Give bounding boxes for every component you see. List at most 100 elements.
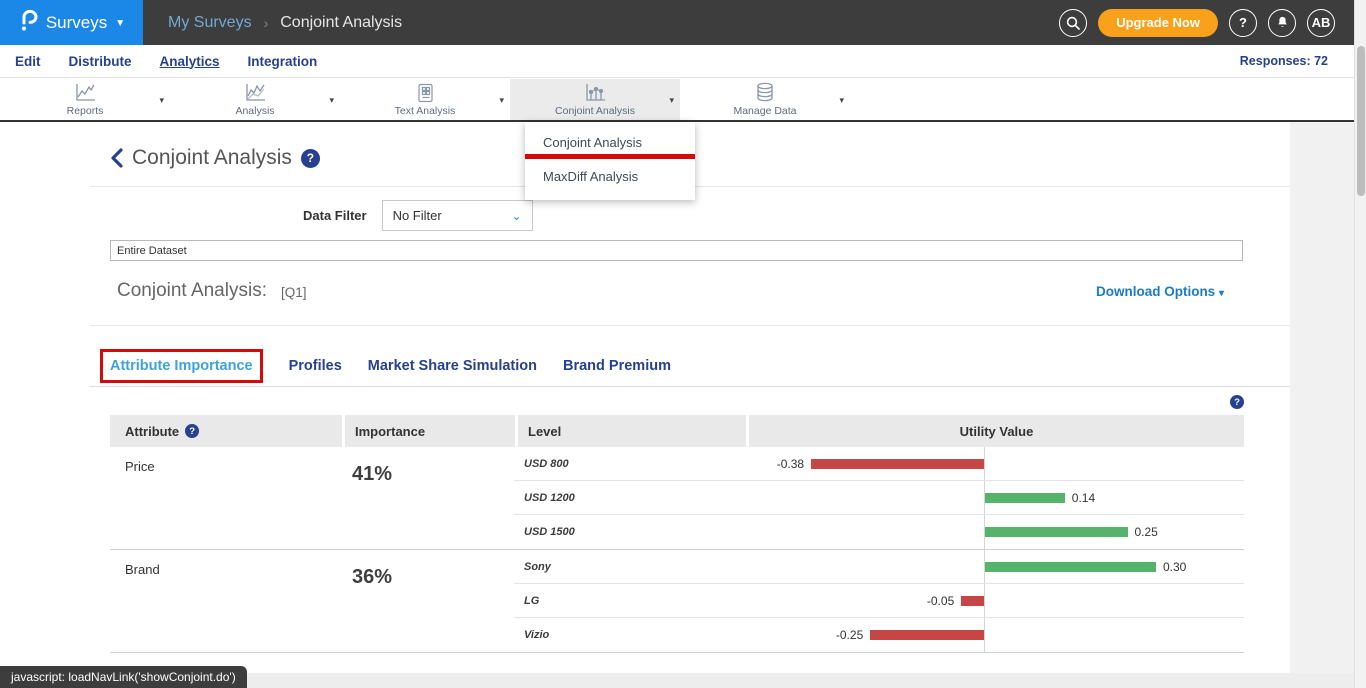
chevron-left-icon: [110, 148, 123, 168]
zero-axis-line: [984, 584, 985, 617]
survey-nav: Edit Distribute Analytics Integration Re…: [0, 45, 1354, 78]
utility-value-label: 0.25: [1135, 525, 1158, 539]
col-importance: Importance: [345, 415, 515, 447]
tab-profiles[interactable]: Profiles: [289, 358, 342, 374]
tab-market-share-simulation[interactable]: Market Share Simulation: [368, 358, 537, 374]
back-button[interactable]: [110, 148, 123, 168]
utility-bar: [811, 459, 984, 469]
upgrade-now-button[interactable]: Upgrade Now: [1098, 9, 1218, 37]
col-attribute: Attribute ?: [110, 415, 342, 447]
level-label: USD 800: [514, 458, 744, 470]
toolbar-manage-data[interactable]: Manage Data ▾: [680, 79, 850, 120]
dataset-input[interactable]: [110, 240, 1243, 261]
utility-bar-cell: -0.38: [744, 447, 1244, 480]
divider: [90, 386, 1290, 387]
avatar[interactable]: AB: [1307, 9, 1335, 37]
page-title: Conjoint Analysis: [132, 146, 292, 170]
table-help-icon[interactable]: ?: [1230, 395, 1244, 409]
chevron-down-icon: ⌄: [512, 209, 522, 223]
nav-distribute[interactable]: Distribute: [69, 54, 132, 69]
bell-icon: [1275, 15, 1290, 30]
document-icon: [415, 81, 435, 103]
utility-bar-cell: -0.05: [744, 584, 1244, 617]
col-level: Level: [518, 415, 746, 447]
breadcrumb-my-surveys[interactable]: My Surveys: [168, 14, 252, 32]
level-label: USD 1500: [514, 526, 744, 538]
product-label: Surveys: [46, 13, 107, 33]
data-filter-value: No Filter: [393, 208, 442, 223]
page-help-icon[interactable]: ?: [301, 149, 320, 168]
download-options-button[interactable]: Download Options ▾: [1096, 284, 1224, 299]
utility-value-label: -0.05: [927, 594, 954, 608]
section-title: Conjoint Analysis:: [117, 280, 267, 302]
toolbar-label: Manage Data: [733, 105, 796, 117]
scatter-chart-icon: [584, 81, 606, 103]
level-row: Vizio -0.25: [514, 618, 1244, 652]
chevron-down-icon[interactable]: ▾: [839, 95, 844, 106]
menu-item-maxdiff-analysis[interactable]: MaxDiff Analysis: [525, 162, 695, 192]
chevron-down-icon[interactable]: ▾: [159, 95, 164, 106]
notifications-button[interactable]: [1268, 9, 1296, 37]
level-rows: Sony 0.30 LG -0.05: [514, 550, 1244, 652]
toolbar-label: Reports: [67, 105, 104, 117]
scrollbar-thumb[interactable]: [1357, 46, 1365, 196]
search-button[interactable]: [1059, 9, 1087, 37]
utility-value-label: -0.25: [836, 628, 863, 642]
top-header: Surveys ▼ My Surveys › Conjoint Analysis…: [0, 0, 1354, 45]
utility-value-label: 0.14: [1072, 491, 1095, 505]
breadcrumb-current-page: Conjoint Analysis: [280, 14, 402, 32]
level-row: USD 800 -0.38: [514, 447, 1244, 481]
toolbar-conjoint-analysis[interactable]: Conjoint Analysis ▾: [510, 79, 680, 120]
level-row: LG -0.05: [514, 584, 1244, 618]
questionpro-logo-icon: [18, 8, 38, 37]
breadcrumb: My Surveys › Conjoint Analysis: [168, 14, 402, 32]
breadcrumb-separator-icon: ›: [264, 15, 269, 31]
help-button[interactable]: ?: [1229, 9, 1257, 37]
utility-bar: [985, 527, 1128, 537]
link-status-tooltip: javascript: loadNavLink('showConjoint.do…: [0, 666, 247, 688]
search-icon: [1066, 16, 1080, 30]
data-filter-label: Data Filter: [303, 208, 367, 223]
nav-edit[interactable]: Edit: [15, 54, 41, 69]
utility-bar: [870, 630, 984, 640]
question-reference: [Q1]: [281, 285, 307, 300]
utility-bar-cell: 0.30: [744, 550, 1244, 583]
tab-brand-premium[interactable]: Brand Premium: [563, 358, 671, 374]
utility-value-label: 0.30: [1163, 560, 1186, 574]
level-label: Vizio: [514, 629, 744, 641]
toolbar-analysis[interactable]: Analysis ▾: [170, 79, 340, 120]
table-row-price: Price 41% USD 800 -0.38 USD 1200: [110, 447, 1244, 549]
utility-bar: [985, 493, 1065, 503]
app-window: Surveys ▼ My Surveys › Conjoint Analysis…: [0, 0, 1366, 688]
attribute-name: Brand: [110, 550, 342, 652]
level-row: USD 1500 0.25: [514, 515, 1244, 549]
menu-item-conjoint-analysis[interactable]: Conjoint Analysis: [525, 122, 695, 152]
zero-axis-line: [984, 447, 985, 480]
importance-value: 41%: [342, 447, 514, 549]
responses-count: Responses: 72: [1240, 54, 1328, 68]
annotation-red-box: Attribute Importance: [100, 349, 263, 383]
toolbar-label: Analysis: [235, 105, 274, 117]
line-chart-icon: [74, 81, 96, 103]
nav-integration[interactable]: Integration: [248, 54, 318, 69]
vertical-scrollbar[interactable]: [1354, 0, 1366, 688]
utility-value-label: -0.38: [777, 457, 804, 471]
col-attribute-label: Attribute: [125, 424, 179, 439]
tab-attribute-importance[interactable]: Attribute Importance: [110, 358, 253, 374]
col-utility-value: Utility Value: [749, 415, 1244, 447]
attribute-help-icon[interactable]: ?: [185, 424, 199, 438]
main-content: Conjoint Analysis ? Data Filter No Filte…: [0, 122, 1290, 688]
toolbar-reports[interactable]: Reports ▾: [0, 79, 170, 120]
surveys-menu-button[interactable]: Surveys ▼: [0, 0, 143, 45]
data-filter-select[interactable]: No Filter ⌄: [382, 200, 533, 231]
toolbar-text-analysis[interactable]: Text Analysis ▾: [340, 79, 510, 120]
header-actions: Upgrade Now ? AB: [1059, 9, 1335, 37]
chevron-down-icon[interactable]: ▾: [669, 95, 674, 106]
nav-analytics[interactable]: Analytics: [160, 54, 220, 69]
table-help-row: ?: [90, 395, 1290, 413]
utility-bar: [961, 596, 984, 606]
chevron-down-icon[interactable]: ▾: [329, 95, 334, 106]
chevron-down-icon[interactable]: ▾: [499, 95, 504, 106]
attribute-name: Price: [110, 447, 342, 549]
utility-bar-cell: 0.25: [744, 515, 1244, 549]
